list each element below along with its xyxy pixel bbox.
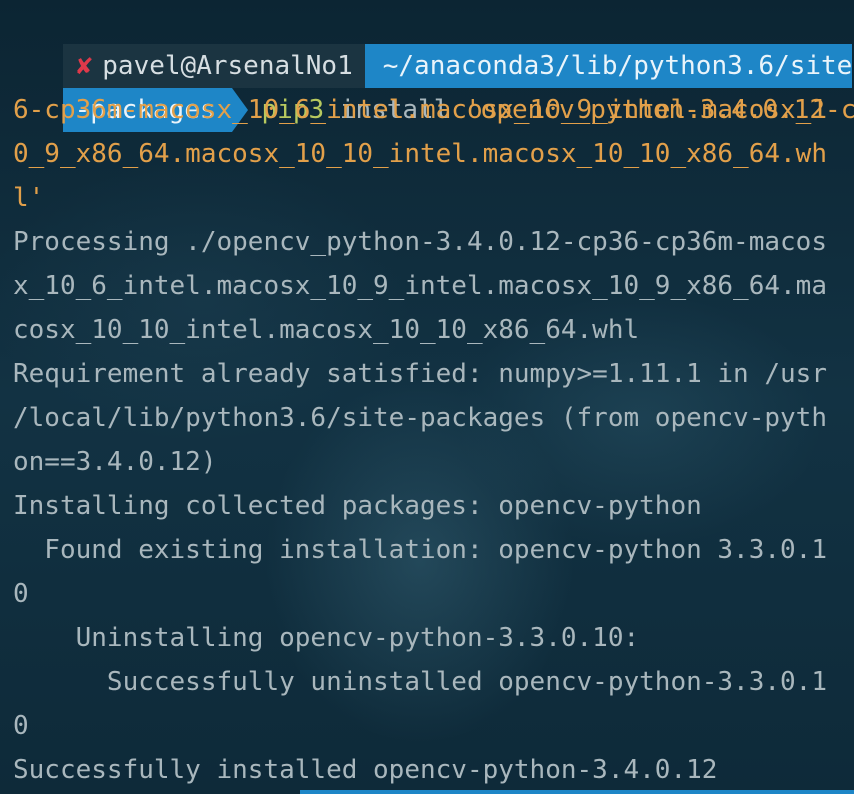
command-argument-line: 0_9_x86_64.macosx_10_10_intel.macosx_10_… bbox=[13, 139, 827, 169]
prompt-line: ✘ pavel@ArsenalNo1 ~/anaconda3/lib/python3… bbox=[0, 0, 853, 88]
output-line: Processing ./opencv_python-3.4.0.12-cp36… bbox=[13, 227, 827, 257]
output-line: Installing collected packages: opencv-py… bbox=[13, 491, 702, 521]
output-line: /local/lib/python3.6/site-packages (from… bbox=[13, 403, 827, 433]
output-line: on==3.4.0.12) bbox=[13, 447, 217, 477]
output-line: Successfully uninstalled opencv-python-3… bbox=[13, 667, 827, 697]
output-line: Requirement already satisfied: numpy>=1.… bbox=[13, 359, 827, 389]
status-bar-strip bbox=[300, 790, 854, 794]
command-argument-line: 6-cp36m-macosx_10_6_intel.macosx_10_9_in… bbox=[13, 95, 827, 125]
output-line: Uninstalling opencv-python-3.3.0.10: bbox=[13, 623, 640, 653]
command-line: -packages pip3 install 'opencv_python-3.4… bbox=[0, 44, 854, 132]
terminal-window[interactable]: ✘ pavel@ArsenalNo1 ~/anaconda3/lib/python3… bbox=[0, 0, 854, 794]
output-line: Successfully installed opencv-python-3.4… bbox=[13, 755, 718, 785]
command-argument-line: l' bbox=[13, 183, 45, 213]
output-line: cosx_10_10_intel.macosx_10_10_x86_64.whl bbox=[13, 315, 640, 345]
output-line: 0 bbox=[13, 711, 29, 741]
output-line: Found existing installation: opencv-pyth… bbox=[13, 535, 827, 565]
output-line: x_10_6_intel.macosx_10_9_intel.macosx_10… bbox=[13, 271, 827, 301]
output-line: 0 bbox=[13, 579, 29, 609]
